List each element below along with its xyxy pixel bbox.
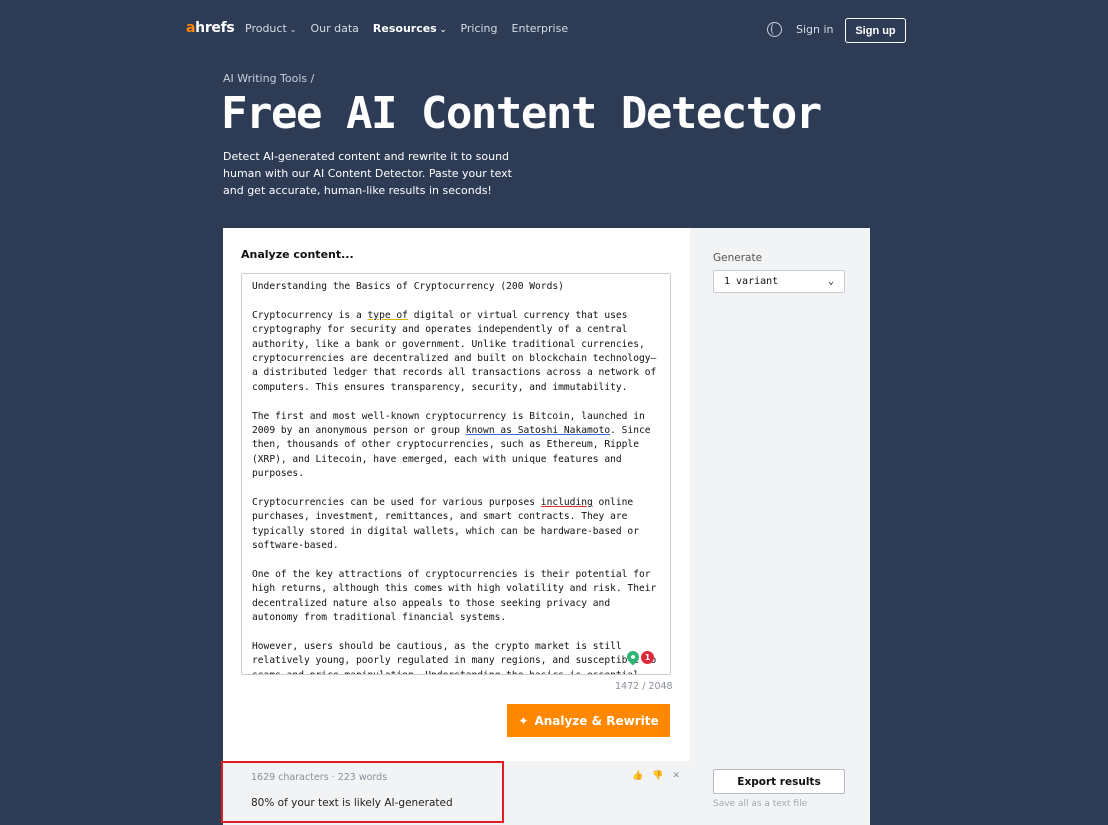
result-highlight-box [221,761,504,823]
nav-enterprise[interactable]: Enterprise [512,22,569,35]
thumbs-up-icon[interactable]: 👍 [632,771,643,781]
nav-resources-label: Resources [372,22,437,35]
chevron-down-icon: ⌄ [827,276,834,287]
analyze-content-label: Analyze content... [241,248,354,261]
nav-resources[interactable]: Resources ⌄ [373,22,447,35]
spelling-error[interactable]: including [541,497,593,508]
nav-enterprise-label: Enterprise [511,22,569,35]
text-span: Cryptocurrency is a [252,309,368,321]
content-paragraph-3: Cryptocurrencies can be used for various… [252,496,660,554]
export-hint: Save all as a text file [713,799,808,809]
chevron-down-icon: ⌄ [439,25,447,34]
nav-product[interactable]: Product ⌄ [245,22,296,35]
nav-our-data-label: Our data [310,22,359,35]
globe-icon[interactable] [767,22,782,37]
sparkle-icon: ✦ [518,713,529,728]
page-subtitle: Detect AI-generated content and rewrite … [223,150,512,197]
detector-card: Analyze content... Understanding the Bas… [223,228,870,825]
grammar-assistant-icon[interactable] [624,648,642,666]
editor-panel: Analyze content... Understanding the Bas… [223,228,690,825]
variant-select[interactable]: 1 variant ⌄ [713,270,845,293]
analyze-rewrite-label: Analyze & Rewrite [534,713,659,728]
content-textarea[interactable]: Understanding the Basics of Cryptocurren… [241,273,671,675]
text-span: Cryptocurrencies can be used for various… [252,497,541,509]
style-suggestion[interactable]: known as Satoshi Nakamoto [466,425,610,436]
close-icon[interactable]: ✕ [672,771,680,781]
character-counter: 1472 / 2048 [615,681,673,692]
top-nav: ahrefs Product ⌄ Our data Resources ⌄ Pric… [186,18,906,44]
logo-letter-a: a [186,20,196,36]
grammar-suggestion[interactable]: type of [368,310,408,321]
nav-pricing[interactable]: Pricing [460,22,497,35]
analyze-rewrite-button[interactable]: ✦ Analyze & Rewrite [507,704,670,737]
content-paragraph-4: One of the key attractions of cryptocurr… [252,569,657,624]
variant-select-value: 1 variant [724,276,779,287]
sign-up-button[interactable]: Sign up [845,18,906,43]
content-paragraph-1: Cryptocurrency is a type of digital or v… [252,309,660,395]
content-paragraph-2: The first and most well-known cryptocurr… [252,410,660,482]
nav-product-label: Product [245,22,287,35]
breadcrumb[interactable]: AI Writing Tools / [223,72,314,85]
ahrefs-logo[interactable]: ahrefs [186,20,235,36]
result-actions: 👍 👎 ✕ [632,771,680,781]
export-results-button[interactable]: Export results [713,769,845,794]
options-sidebar: Generate 1 variant ⌄ Export results Save… [690,228,870,825]
nav-links: Product ⌄ Our data Resources ⌄ Pricing Ent… [245,22,568,35]
thumbs-down-icon[interactable]: 👎 [652,771,663,781]
logo-text: hrefs [195,20,235,36]
error-count-badge[interactable]: 1 [641,651,654,664]
generate-label: Generate [713,252,763,264]
text-span: digital or virtual currency that uses cr… [252,309,657,393]
page-title: Free AI Content Detector [221,88,822,139]
chevron-down-icon: ⌄ [289,25,297,34]
sign-in-link[interactable]: Sign in [796,23,834,36]
content-heading: Understanding the Basics of Cryptocurren… [252,281,564,292]
textarea-assist-icons: 1 [624,648,654,666]
nav-our-data[interactable]: Our data [310,22,358,35]
content-paragraph-5: However, users should be cautious, as th… [252,641,656,674]
nav-pricing-label: Pricing [460,22,498,35]
